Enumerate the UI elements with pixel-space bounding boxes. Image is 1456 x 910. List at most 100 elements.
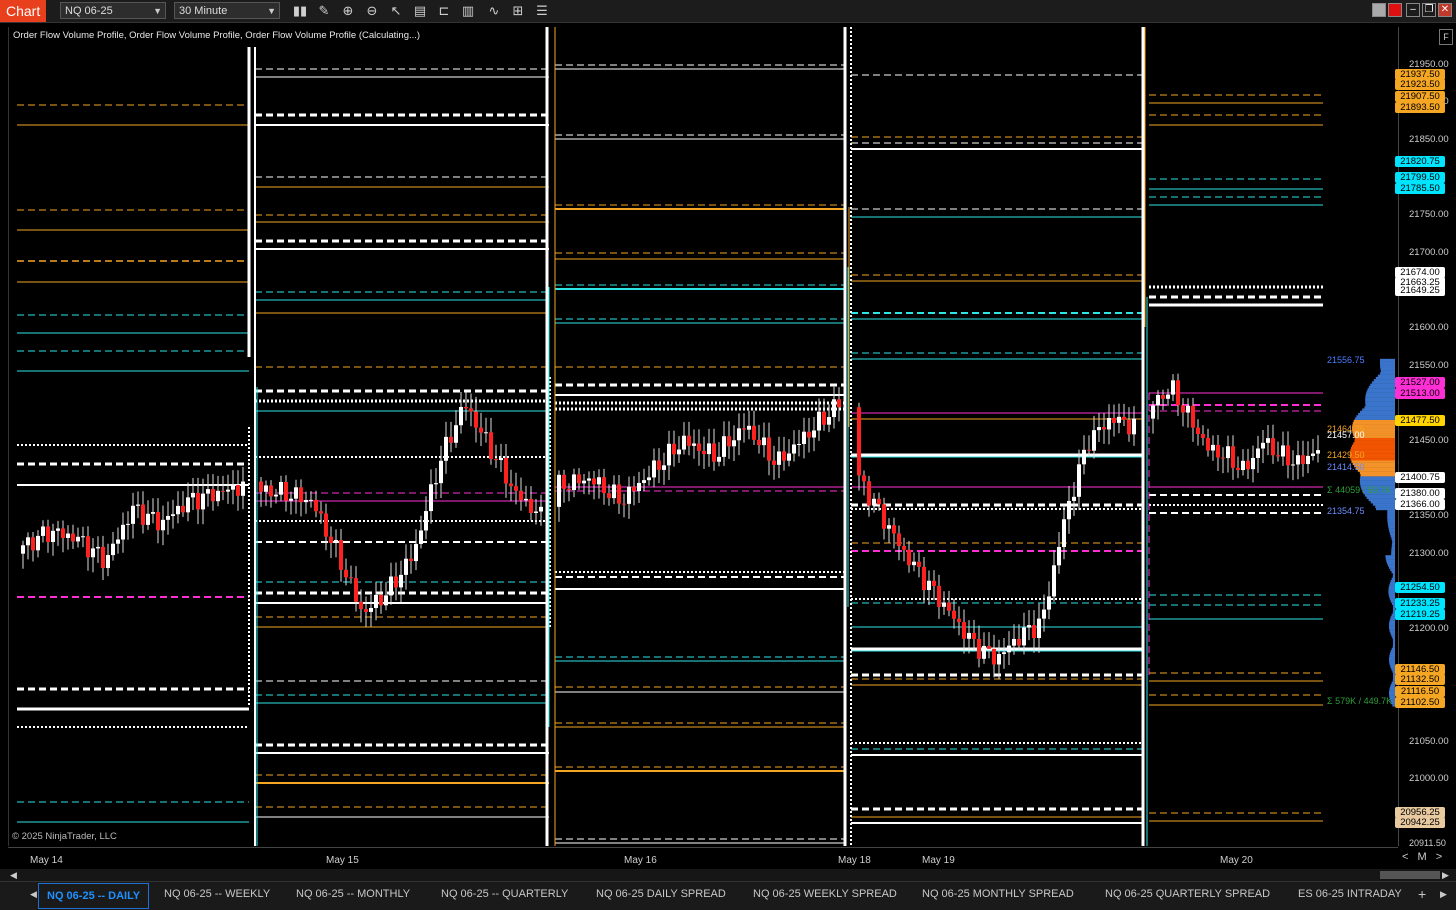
scrollbar-thumb[interactable]: [1380, 871, 1440, 879]
candle-body: [116, 539, 120, 544]
volume-profile-bar: [1370, 501, 1395, 504]
instrument-selector[interactable]: NQ 06-25 ▼: [60, 2, 166, 19]
candle-body: [259, 481, 263, 492]
volume-profile-bar: [1389, 659, 1395, 662]
price-tag: 21937.50: [1395, 68, 1445, 80]
candle-body: [394, 576, 398, 588]
chart-tab[interactable]: NQ 06-25 -- WEEKLY: [164, 882, 270, 908]
chart-tab[interactable]: NQ 06-25 -- DAILY: [38, 883, 150, 909]
templates-icon[interactable]: ⊏: [436, 3, 452, 19]
candle-body: [534, 511, 538, 513]
candle-body: [1007, 645, 1011, 653]
scroll-right-button[interactable]: >: [1436, 851, 1442, 863]
volume-profile-bar: [1391, 647, 1395, 651]
chart-tab[interactable]: NQ 06-25 DAILY SPREAD: [596, 882, 726, 908]
zoom-out-icon[interactable]: ⊖: [364, 3, 380, 19]
time-axis[interactable]: May 14 May 15 May 16 May 18 May 19 May 20: [8, 847, 1398, 870]
candle-body: [1112, 418, 1116, 423]
candle-body: [1181, 405, 1185, 413]
price-tick-label: 21950.00: [1409, 58, 1449, 70]
chart-canvas[interactable]: [9, 27, 1399, 846]
candle-body: [992, 648, 996, 665]
minimize-icon[interactable]: –: [1406, 3, 1420, 17]
cursor-icon[interactable]: ↖: [388, 3, 404, 19]
candle-body: [269, 485, 273, 497]
candle-body: [712, 443, 716, 462]
price-tag: 21907.50: [1395, 91, 1445, 103]
chart-tab[interactable]: NQ 06-25 -- QUARTERLY: [441, 882, 568, 908]
candle-body: [722, 436, 726, 457]
volume-profile-bar: [1387, 512, 1395, 515]
candle-body: [221, 490, 225, 492]
price-axis[interactable]: F 21950.0021900.0021850.0021750.0021700.…: [1395, 27, 1456, 848]
volume-profile-bar: [1375, 376, 1395, 380]
list-icon[interactable]: ☰: [534, 3, 550, 19]
zoom-in-icon[interactable]: ⊕: [340, 3, 356, 19]
candle-body: [807, 431, 811, 438]
volume-profile-bar: [1359, 480, 1395, 484]
volume-profile-bar: [1379, 363, 1395, 366]
interval-value: 30 Minute: [179, 5, 228, 17]
indicators-icon[interactable]: ∿: [486, 3, 502, 19]
horizontal-scrollbar[interactable]: ◀ ▶: [0, 869, 1456, 881]
chart-tab[interactable]: NQ 06-25 MONTHLY SPREAD: [922, 882, 1074, 908]
candle-body: [111, 543, 115, 556]
close-icon[interactable]: ✕: [1438, 3, 1452, 17]
candle-body: [36, 535, 40, 551]
volume-profile-bar: [1360, 476, 1395, 479]
interval-selector[interactable]: 30 Minute ▼: [174, 2, 280, 19]
volume-profile-bar: [1365, 401, 1395, 405]
volume-profile-bar: [1372, 503, 1395, 506]
chart-tab[interactable]: NQ 06-25 QUARTERLY SPREAD: [1105, 882, 1270, 908]
candle-body: [1022, 627, 1026, 646]
time-tick-label: May 20: [1220, 855, 1253, 866]
maximize-icon[interactable]: ❐: [1422, 3, 1436, 17]
scroll-left-icon[interactable]: ◀: [10, 869, 17, 881]
volume-profile-bar: [1368, 498, 1395, 502]
volume-profile-bar: [1391, 550, 1395, 554]
instrument-link-icon[interactable]: [1388, 3, 1402, 17]
candle-body: [499, 457, 503, 461]
chart-tab[interactable]: ES 06-25 INTRADAY: [1298, 882, 1402, 908]
price-tag: 20942.25: [1395, 817, 1445, 829]
candle-body: [1231, 446, 1235, 468]
link-color-icon[interactable]: [1372, 3, 1386, 17]
scroll-left-button[interactable]: <: [1402, 851, 1408, 863]
bar-type-icon[interactable]: ▮▮: [292, 3, 308, 19]
volume-profile-bar: [1389, 620, 1395, 624]
volume-profile-bar: [1387, 521, 1395, 524]
candle-body: [324, 513, 328, 537]
zoom-mode-button[interactable]: M: [1418, 851, 1427, 863]
candle-body: [161, 519, 165, 531]
candle-body: [1166, 394, 1170, 399]
candle-body: [449, 436, 453, 443]
volume-profile-bar: [1359, 478, 1395, 481]
candle-body: [1052, 565, 1056, 597]
add-tab-icon[interactable]: +: [1418, 882, 1426, 908]
candle-body: [309, 499, 313, 501]
price-chart-area[interactable]: Order Flow Volume Profile, Order Flow Vo…: [8, 27, 1399, 846]
tabs-scroll-left-icon[interactable]: ◀: [30, 882, 37, 908]
chart-tab[interactable]: NQ 06-25 -- MONTHLY: [296, 882, 410, 908]
candle-body: [647, 477, 651, 481]
chart-tab[interactable]: NQ 06-25 WEEKLY SPREAD: [753, 882, 897, 908]
chart-toolbar: Chart NQ 06-25 ▼ 30 Minute ▼ ▮▮ ✎ ⊕ ⊖ ↖ …: [0, 0, 1456, 23]
tabs-scroll-right-icon[interactable]: ▶: [1440, 882, 1447, 908]
volume-profile-bar: [1390, 568, 1395, 572]
axis-format-button[interactable]: F: [1439, 29, 1453, 45]
candle-body: [717, 456, 721, 462]
candle-body: [682, 435, 686, 450]
candle-body: [369, 607, 373, 612]
chart-window-tab[interactable]: Chart: [0, 0, 46, 22]
volume-profile-bar: [1393, 573, 1395, 576]
candle-body: [1097, 427, 1101, 431]
candle-body: [1087, 449, 1091, 451]
data-box-icon[interactable]: ⊞: [510, 3, 526, 19]
candle-body: [902, 546, 906, 550]
strategy-icon[interactable]: ▥: [460, 3, 476, 19]
candle-body: [792, 444, 796, 454]
properties-icon[interactable]: ▤: [412, 3, 428, 19]
scroll-right-icon[interactable]: ▶: [1442, 869, 1449, 881]
candle-body: [186, 497, 190, 513]
pencil-icon[interactable]: ✎: [316, 3, 332, 19]
